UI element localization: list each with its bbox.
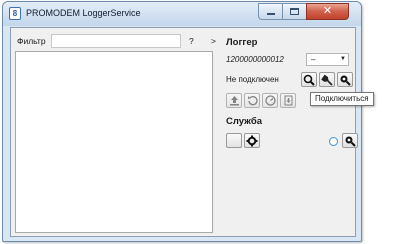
chevron-down-icon: ▼ [340, 56, 346, 62]
device-list[interactable] [15, 51, 213, 233]
download-button[interactable] [280, 93, 296, 108]
connect-tooltip: Подключиться [310, 92, 374, 106]
logger-select[interactable]: – ▼ [306, 53, 349, 66]
minimize-icon [266, 13, 275, 15]
gauge-icon [264, 95, 276, 106]
service-status-radio[interactable] [329, 137, 338, 146]
connect-icon [340, 75, 351, 86]
search-button[interactable] [301, 72, 317, 87]
filter-help-button[interactable]: ? [189, 36, 194, 46]
logger-section-title: Логгер [226, 37, 258, 48]
connect-button[interactable] [337, 72, 353, 87]
filter-label: Фильтр [17, 36, 46, 46]
disconnect-button[interactable] [319, 72, 335, 87]
window-title: PROMODEM LoggerService [26, 8, 141, 18]
app-window: 8 PROMODEM LoggerService ✕ Фильтр ? > Ло… [2, 1, 362, 242]
filter-row: Фильтр ? > [15, 34, 222, 48]
filter-input[interactable] [51, 34, 181, 48]
service-blank-button[interactable] [226, 133, 242, 148]
minimize-button[interactable] [258, 3, 283, 20]
maximize-button[interactable] [282, 3, 307, 20]
search-icon [345, 136, 356, 147]
details-pane: Логгер 1200000000012 – ▼ Не подключен Сл… [226, 34, 358, 233]
close-icon: ✕ [322, 5, 333, 17]
service-search-button[interactable] [342, 133, 358, 148]
service-settings-button[interactable] [244, 133, 260, 148]
gauge-button[interactable] [262, 93, 278, 108]
search-icon [303, 74, 315, 86]
upload-button[interactable] [226, 93, 242, 108]
expand-button[interactable]: > [211, 36, 216, 46]
title-bar[interactable]: 8 PROMODEM LoggerService ✕ [3, 2, 361, 26]
reset-button[interactable] [244, 93, 260, 108]
logger-serial: 1200000000012 [226, 55, 284, 64]
app-icon: 8 [9, 7, 21, 20]
gear-icon [246, 135, 258, 146]
client-area: Фильтр ? > Логгер 1200000000012 – ▼ Не п… [10, 27, 358, 237]
maximize-icon [290, 8, 299, 15]
service-section-title: Служба [226, 116, 263, 127]
download-icon [284, 95, 292, 106]
reset-icon [247, 96, 258, 106]
connection-status: Не подключен [226, 75, 279, 84]
logger-select-value: – [311, 55, 316, 64]
device-list-pane: Фильтр ? > [15, 34, 222, 233]
close-button[interactable]: ✕ [306, 3, 349, 20]
upload-icon [229, 96, 239, 106]
plug-icon [321, 74, 333, 86]
